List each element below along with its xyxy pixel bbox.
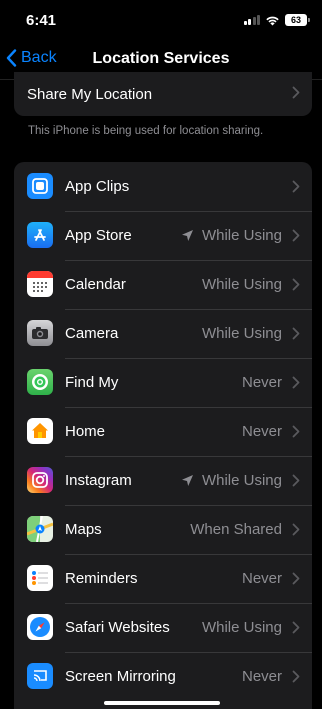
app-name: Screen Mirroring bbox=[65, 668, 176, 685]
instagram-icon bbox=[27, 467, 53, 493]
chevron-right-icon bbox=[292, 180, 300, 193]
app-row-app-store[interactable]: App Store While Using bbox=[14, 211, 312, 260]
app-row-calendar[interactable]: Calendar While Using bbox=[14, 260, 312, 309]
chevron-right-icon bbox=[292, 425, 300, 438]
app-status: While Using bbox=[201, 619, 282, 636]
cellular-signal-icon bbox=[243, 15, 260, 25]
app-status: Never bbox=[241, 374, 282, 391]
app-name: App Store bbox=[65, 227, 132, 244]
app-status: While Using bbox=[181, 472, 282, 489]
chevron-right-icon bbox=[292, 621, 300, 634]
app-row-reminders[interactable]: Reminders Never bbox=[14, 554, 312, 603]
page-title: Location Services bbox=[92, 50, 230, 67]
chevron-right-icon bbox=[292, 229, 300, 242]
app-name: Calendar bbox=[65, 276, 126, 293]
home-icon bbox=[27, 418, 53, 444]
chevron-right-icon bbox=[292, 278, 300, 291]
app-status: Never bbox=[241, 570, 282, 587]
status-bar: 6:41 63 bbox=[0, 0, 322, 40]
chevron-right-icon bbox=[292, 670, 300, 683]
app-status: While Using bbox=[201, 325, 282, 342]
app-row-maps[interactable]: Maps When Shared bbox=[14, 505, 312, 554]
app-status: Never bbox=[241, 668, 282, 685]
app-row-home[interactable]: Home Never bbox=[14, 407, 312, 456]
battery-level: 63 bbox=[285, 14, 307, 26]
app-row-find-my[interactable]: Find My Never bbox=[14, 358, 312, 407]
app-row-app-clips[interactable]: App Clips bbox=[14, 162, 312, 211]
chevron-right-icon bbox=[292, 327, 300, 340]
share-my-location-row[interactable]: Share My Location bbox=[14, 72, 312, 116]
status-indicators: 63 bbox=[243, 14, 310, 26]
share-my-location-label: Share My Location bbox=[27, 86, 153, 103]
app-name: Camera bbox=[65, 325, 119, 342]
app-status: While Using bbox=[201, 276, 282, 293]
chevron-right-icon bbox=[292, 86, 300, 99]
app-name: Find My bbox=[65, 374, 119, 391]
chevron-right-icon bbox=[292, 572, 300, 585]
maps-icon bbox=[27, 516, 53, 542]
app-row-safari-websites[interactable]: Safari Websites While Using bbox=[14, 603, 312, 652]
find-my-icon bbox=[27, 369, 53, 395]
app-name: Safari Websites bbox=[65, 619, 170, 636]
camera-icon bbox=[27, 320, 53, 346]
home-indicator[interactable] bbox=[104, 701, 220, 705]
app-name: Reminders bbox=[65, 570, 138, 587]
app-row-screen-mirroring[interactable]: Screen Mirroring Never bbox=[14, 652, 312, 701]
chevron-right-icon bbox=[292, 376, 300, 389]
app-store-icon bbox=[27, 222, 53, 248]
app-clips-icon bbox=[27, 173, 53, 199]
app-name: Maps bbox=[65, 521, 102, 538]
wifi-icon bbox=[266, 16, 279, 25]
app-status: While Using bbox=[181, 227, 282, 244]
app-name: Instagram bbox=[65, 472, 132, 489]
app-name: Home bbox=[65, 423, 106, 440]
chevron-right-icon bbox=[292, 523, 300, 536]
calendar-icon bbox=[27, 271, 53, 297]
screen-mirroring-icon bbox=[27, 663, 53, 689]
battery-icon: 63 bbox=[285, 14, 310, 26]
status-time: 6:41 bbox=[26, 12, 57, 29]
safari-icon bbox=[27, 614, 53, 640]
share-footer-note: This iPhone is being used for location s… bbox=[28, 125, 264, 137]
app-status: Never bbox=[241, 423, 282, 440]
chevron-right-icon bbox=[292, 474, 300, 487]
app-status: When Shared bbox=[190, 521, 282, 538]
app-row-camera[interactable]: Camera While Using bbox=[14, 309, 312, 358]
apps-list: App Clips App Store While Using Calendar… bbox=[14, 162, 312, 709]
location-arrow-icon bbox=[181, 475, 193, 486]
app-row-instagram[interactable]: Instagram While Using bbox=[14, 456, 312, 505]
reminders-icon bbox=[27, 565, 53, 591]
location-arrow-icon bbox=[181, 230, 193, 241]
app-name: App Clips bbox=[65, 178, 130, 195]
